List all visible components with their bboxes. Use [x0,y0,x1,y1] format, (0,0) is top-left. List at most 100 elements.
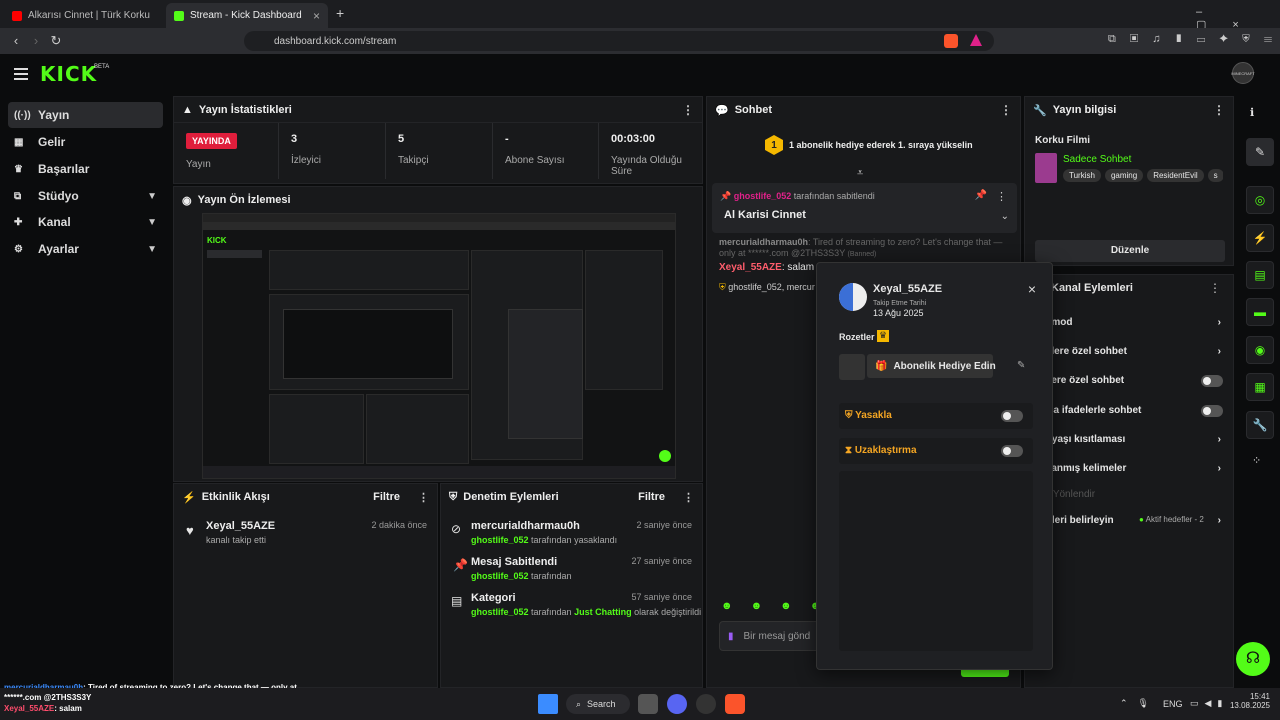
document-icon[interactable]: ▤ [1246,261,1274,289]
kebab-icon[interactable]: ⋮ [1000,103,1012,117]
moderation-title: Kategori [471,592,516,604]
reload-icon[interactable]: ↻ [46,28,66,54]
extensions-toolbar[interactable]: ⧉▣♫▮▭✦⛨☰ [1108,33,1280,46]
tag[interactable]: ResidentEvil [1147,169,1204,182]
avatar[interactable]: MINECRAFT [1231,62,1255,84]
chat-icon[interactable]: ▬ [1246,298,1274,326]
new-tab-button[interactable]: + [336,5,344,21]
ban-toggle[interactable] [1001,410,1023,422]
sidebar-item-studyo[interactable]: ⧉ Stüdyo ▼ [8,183,163,209]
windows-start-icon[interactable] [538,694,558,714]
wrench-icon[interactable]: 🔧 [1246,411,1274,439]
close-icon[interactable]: × [313,9,320,23]
pinned-by-user[interactable]: ghostlife_052 [734,191,792,201]
obs-icon[interactable] [696,694,716,714]
moderation-actor[interactable]: ghostlife_052 [471,535,529,545]
preview-video[interactable]: KICK [202,213,676,479]
category-thumbnail [1035,153,1057,183]
user-avatar [839,283,867,311]
language-indicator[interactable]: ENG [1163,699,1183,709]
clock[interactable]: 15:41 13.08.2025 [1226,692,1270,710]
chevron-down-icon[interactable]: ⌄ [1001,211,1009,222]
taskbar-search[interactable]: ⌕ Search [566,694,630,714]
moderation-actor[interactable]: ghostlife_052 [471,571,529,581]
moderation-desc: tarafından [528,571,572,581]
preview-kick-logo: KICK [207,236,227,245]
layout-icon[interactable]: ▦ [1246,373,1274,401]
edit-button[interactable]: Düzenle [1035,240,1225,262]
filter-button[interactable]: Filtre [638,491,665,503]
browser-tab-youtube[interactable]: Alkarısı Cinnet | Türk Korku Filmi Tek [4,3,164,28]
moderation-item: ▤ Kategori ghostlife_052 tarafından Just… [441,592,702,622]
tab-label: Stream - Kick Dashboard [190,10,302,21]
search-label: Search [587,699,616,709]
moderation-category[interactable]: Just Chatting [574,607,632,617]
chevron-right-icon: › [1217,346,1221,357]
kebab-icon[interactable]: ⋮ [996,190,1007,203]
task-view-icon[interactable] [638,694,658,714]
moderation-actor[interactable]: ghostlife_052 [471,607,529,617]
filter-button[interactable]: Filtre [373,491,400,503]
camera-icon[interactable]: ◎ [1246,186,1274,214]
pinned-message[interactable]: 📌 ghostlife_052 tarafından sabitlendi Al… [712,183,1017,233]
forward-icon[interactable]: › [26,28,46,54]
toggle-switch[interactable] [1201,375,1223,387]
action-row[interactable]: ş mod › [1043,317,1229,328]
panel-title: Yayın bilgisi [1052,104,1117,116]
banned-tag: (Banned) [847,251,877,258]
panel-header: ◉ Yayın Ön İzlemesi [174,187,702,213]
timeout-toggle[interactable] [1001,445,1023,457]
action-row[interactable]: çilere özel sohbet › [1043,346,1229,357]
kick-logo[interactable]: KICK [40,62,97,86]
moderation-panel: ⛨ Denetim Eylemleri Filtre ⋮ ⊘ mercurial… [440,483,703,688]
panel-title: Yayın İstatistikleri [198,103,292,116]
sidebar-item-yayin[interactable]: ((·)) Yayın [8,102,163,128]
kebab-icon[interactable]: ⋮ [418,491,429,504]
sidebar-item-gelir[interactable]: ▦ Gelir [8,129,163,155]
tag[interactable]: gaming [1104,169,1144,182]
browser-tab-kick[interactable]: Stream - Kick Dashboard × [166,3,328,28]
info-icon[interactable]: ℹ [1250,106,1254,119]
studio-icon: ⧉ [14,190,22,202]
sidebar-item-basarilar[interactable]: ♛ Başarılar [8,156,163,182]
chat-username[interactable]: Xeyal_55AZE [719,262,782,273]
stream-category[interactable]: Sadece Sohbet [1063,154,1131,165]
close-icon[interactable]: × [1028,281,1036,297]
sidebar-item-kanal[interactable]: ✚ Kanal ▼ [8,209,163,235]
gift-leaderboard-text[interactable]: 1 abonelik hediye ederek 1. sıraya yükse… [789,140,973,150]
menu-icon[interactable] [14,68,28,80]
chat-username[interactable]: mercurialdharmau0h [719,237,808,247]
discord-icon[interactable] [667,694,687,714]
stat-label: Abone Sayısı [505,155,565,166]
action-row[interactable]: p yaşı kısıtlaması › [1043,434,1229,445]
back-icon[interactable]: ‹ [6,28,26,54]
url-bar[interactable]: dashboard.kick.com/stream [244,31,994,51]
broadcast-icon[interactable]: ◉ [1246,336,1274,364]
kebab-icon[interactable]: ⋮ [1213,103,1225,117]
sidebar-item-ayarlar[interactable]: ⚙ Ayarlar ▼ [8,236,163,262]
apps-icon[interactable]: ⁘ [1252,454,1261,467]
lightning-icon[interactable]: ⚡ [1246,224,1274,252]
kebab-icon[interactable]: ⋮ [1209,281,1221,295]
edit-icon[interactable]: ✎ [1246,138,1274,166]
tray-icons[interactable]: ⌃🎙 [1120,698,1159,709]
unpin-icon[interactable]: 📌 [975,190,987,201]
activity-user[interactable]: Xeyal_55AZE [206,520,275,532]
chevron-down-icon[interactable]: ⩡ [857,167,863,180]
toggle-switch[interactable] [1201,405,1223,417]
avatar-label: MINECRAFT [1231,70,1255,76]
tag[interactable]: Turkish [1063,169,1101,182]
action-label: klanmış kelimeler [1043,463,1127,474]
tag[interactable]: s [1207,169,1223,182]
action-row[interactable]: klanmış kelimeler › [1043,463,1229,474]
action-row[interactable]: efleri belirleyin ● Aktif hedefler - 2 › [1043,515,1229,526]
kebab-icon[interactable]: ⋮ [682,103,694,117]
support-icon[interactable]: ☊ [1236,642,1270,676]
system-tray[interactable]: ▭◀▮ [1190,698,1228,709]
channel-icon: ✚ [14,216,23,228]
kebab-icon[interactable]: ⋮ [683,491,694,504]
mute-icon[interactable]: ✎ [1017,360,1025,371]
gift-sub-button[interactable]: 🎁 Abonelik Hediye Edin [867,354,996,378]
brave-icon[interactable] [725,694,745,714]
brave-shield-icon[interactable] [944,34,958,48]
